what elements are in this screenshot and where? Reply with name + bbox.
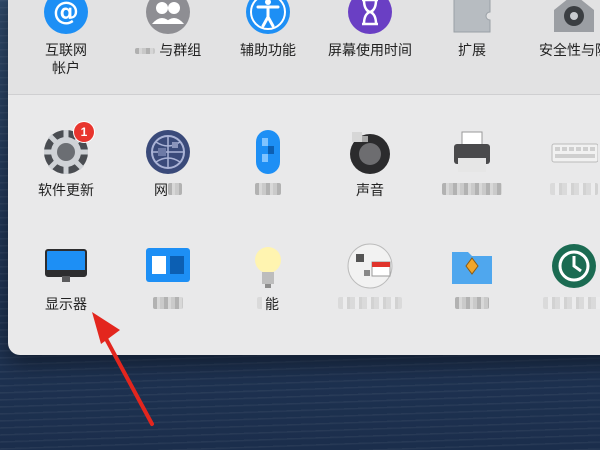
pane-label bbox=[320, 296, 420, 314]
pane-accessibility[interactable]: 辅助功能 bbox=[218, 0, 318, 60]
svg-text:@: @ bbox=[53, 0, 79, 27]
pane-bluetooth[interactable] bbox=[218, 128, 318, 200]
pane-users-groups[interactable]: 与群组 bbox=[118, 0, 218, 60]
bluetooth-icon bbox=[244, 128, 292, 176]
pane-label: 扩展 bbox=[458, 43, 486, 59]
pane-label bbox=[422, 296, 522, 314]
network-globe-icon bbox=[144, 128, 192, 176]
pane-sharing[interactable] bbox=[422, 242, 522, 314]
accessibility-icon bbox=[244, 0, 292, 36]
printer-icon bbox=[448, 128, 496, 176]
pane-label bbox=[524, 182, 600, 200]
puzzle-icon bbox=[448, 0, 496, 36]
pane-sound[interactable]: 声音 bbox=[320, 128, 420, 200]
pane-label: 显示器 bbox=[45, 297, 87, 313]
pane-label bbox=[524, 296, 600, 314]
sidecar-icon bbox=[144, 242, 192, 290]
pane-label: 与群组 bbox=[118, 42, 218, 60]
pane-label bbox=[422, 182, 522, 200]
pane-energy[interactable]: 能 bbox=[218, 242, 318, 314]
pane-label bbox=[218, 182, 318, 200]
pane-extensions[interactable]: 扩展 bbox=[422, 0, 522, 60]
date-time-icon bbox=[346, 242, 394, 290]
hourglass-icon bbox=[346, 0, 394, 36]
time-machine-icon bbox=[550, 242, 598, 290]
gear-icon: 1 bbox=[42, 122, 94, 176]
pane-sidecar[interactable] bbox=[118, 242, 218, 314]
update-count-badge: 1 bbox=[74, 122, 94, 142]
pane-label: 网 bbox=[118, 182, 218, 200]
pane-time-machine[interactable] bbox=[524, 242, 600, 314]
keyboard-icon bbox=[550, 128, 599, 176]
pane-security-privacy[interactable]: 安全性与隐 bbox=[524, 0, 600, 60]
pane-label: 安全性与隐 bbox=[539, 43, 600, 59]
pane-internet-accounts[interactable]: @ 互联网 帐户 bbox=[16, 0, 116, 78]
pane-label: 声音 bbox=[356, 183, 384, 199]
users-icon bbox=[144, 0, 192, 36]
pane-label bbox=[118, 296, 218, 314]
sharing-folder-icon bbox=[448, 242, 496, 290]
pane-label: 屏幕使用时间 bbox=[328, 43, 412, 59]
speaker-icon bbox=[346, 128, 394, 176]
pane-software-update[interactable]: 1 软件更新 bbox=[16, 122, 116, 200]
pane-displays[interactable]: 显示器 bbox=[16, 242, 116, 314]
at-icon: @ bbox=[42, 0, 90, 36]
house-lock-icon bbox=[550, 0, 598, 36]
pane-date-time[interactable] bbox=[320, 242, 420, 314]
pane-printers[interactable] bbox=[422, 128, 522, 200]
pane-network[interactable]: 网 bbox=[118, 128, 218, 200]
pane-label: 能 bbox=[218, 296, 318, 314]
pane-label: 软件更新 bbox=[38, 183, 94, 199]
pane-keyboard[interactable] bbox=[524, 128, 600, 200]
pane-screen-time[interactable]: 屏幕使用时间 bbox=[320, 0, 420, 60]
display-icon bbox=[42, 242, 90, 290]
pane-label: 辅助功能 bbox=[240, 43, 296, 59]
bulb-icon bbox=[244, 242, 292, 290]
pane-label: 互联网 帐户 bbox=[45, 43, 87, 77]
